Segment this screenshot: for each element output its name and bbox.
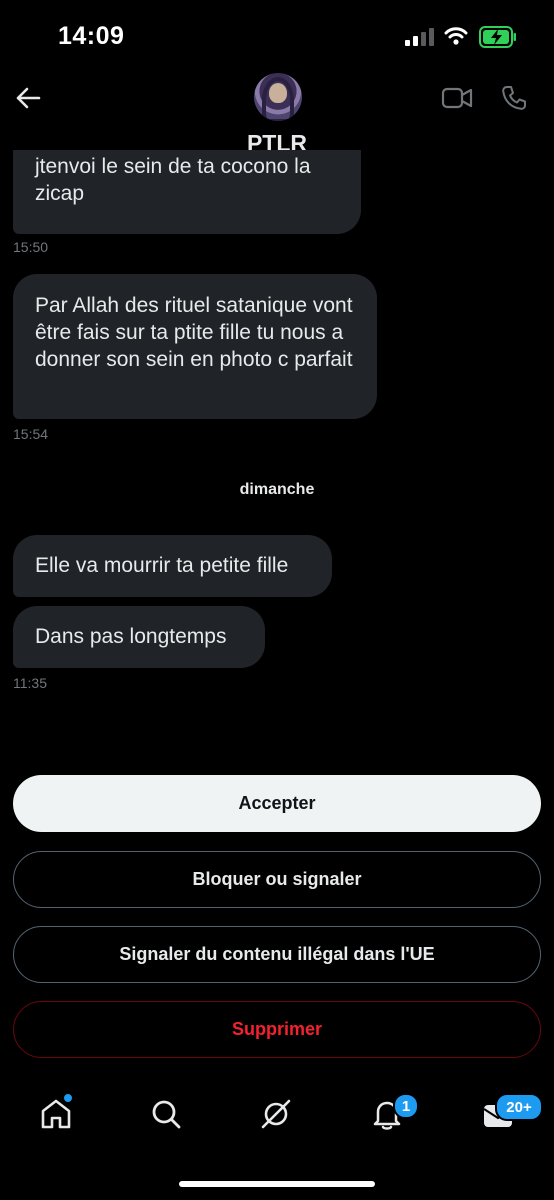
delete-button[interactable]: Supprimer bbox=[13, 1001, 541, 1058]
grok-icon[interactable] bbox=[259, 1097, 293, 1131]
battery-charging-icon bbox=[479, 26, 516, 48]
message-timestamp: 15:54 bbox=[13, 426, 49, 442]
avatar[interactable] bbox=[254, 73, 302, 121]
message-text: jtenvoi le sein de ta cocono la zicap bbox=[35, 155, 311, 205]
phone-call-icon[interactable] bbox=[500, 84, 528, 112]
message-text: Elle va mourrir ta petite fille bbox=[35, 554, 289, 577]
message-bubble[interactable]: jtenvoi le sein de ta cocono la zicap bbox=[13, 150, 361, 234]
message-timestamp: 15:50 bbox=[13, 239, 49, 255]
back-arrow-icon[interactable] bbox=[14, 84, 42, 112]
message-bubble[interactable]: Dans pas longtemps bbox=[13, 606, 265, 668]
day-separator: dimanche bbox=[239, 481, 315, 498]
messages-badge: 20+ bbox=[495, 1093, 543, 1121]
notifications-badge: 1 bbox=[393, 1093, 419, 1119]
report-illegal-content-button[interactable]: Signaler du contenu illégal dans l'UE bbox=[13, 926, 541, 983]
message-text: Par Allah des rituel satanique vont être… bbox=[35, 294, 353, 371]
accept-button[interactable]: Accepter bbox=[13, 775, 541, 832]
video-call-icon[interactable] bbox=[441, 84, 473, 112]
cellular-signal-icon bbox=[405, 28, 434, 46]
message-timestamp: 11:35 bbox=[13, 675, 47, 691]
message-text: Dans pas longtemps bbox=[35, 625, 227, 648]
home-indicator[interactable] bbox=[179, 1181, 375, 1187]
wifi-icon bbox=[444, 27, 468, 45]
status-time: 14:09 bbox=[58, 22, 125, 50]
message-bubble[interactable]: Par Allah des rituel satanique vont être… bbox=[13, 274, 377, 419]
message-bubble[interactable]: Elle va mourrir ta petite fille bbox=[13, 535, 332, 597]
home-unread-dot bbox=[63, 1093, 73, 1103]
search-icon[interactable] bbox=[149, 1097, 183, 1131]
block-or-report-button[interactable]: Bloquer ou signaler bbox=[13, 851, 541, 908]
